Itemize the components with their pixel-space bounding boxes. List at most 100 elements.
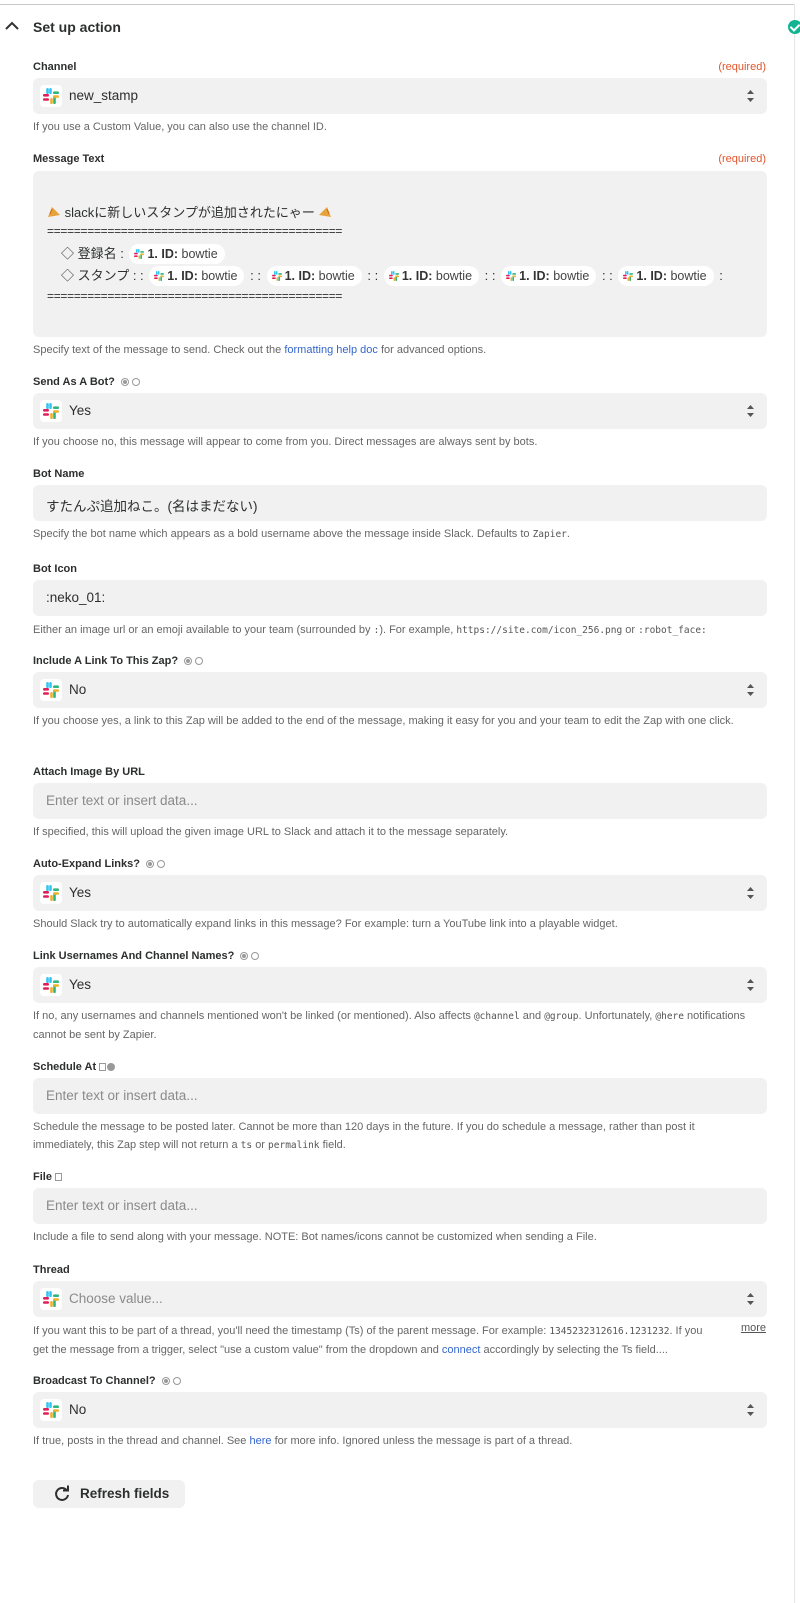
broadcast-help: If true, posts in the thread and channel… bbox=[33, 1435, 573, 1447]
message-line-registered: ◇ 登録名 : 1. ID: bowtie bbox=[61, 243, 227, 264]
bot-name-help: Specify the bot name which appears as a … bbox=[33, 528, 570, 540]
data-pill[interactable]: 1. ID: bowtie bbox=[383, 266, 480, 286]
slack-icon bbox=[623, 271, 634, 281]
check-circle-icon bbox=[788, 20, 800, 34]
colon-separator: : : bbox=[601, 268, 613, 283]
bot-icon-value: :neko_01: bbox=[46, 590, 106, 605]
radio-toggle[interactable] bbox=[120, 376, 143, 388]
channel-label: Channel bbox=[33, 61, 77, 73]
file-icon bbox=[54, 1173, 62, 1182]
send-as-bot-label: Send As A Bot? bbox=[33, 376, 143, 388]
link-usernames-select[interactable]: Yes bbox=[33, 967, 767, 1003]
refresh-icon bbox=[55, 1485, 69, 1501]
channel-value: new_stamp bbox=[69, 88, 139, 103]
message-title-text: slackに新しいスタンプが追加されたにゃー bbox=[64, 205, 315, 220]
data-pill[interactable]: 1. ID: bowtie bbox=[149, 266, 245, 286]
attach-image-placeholder: Enter text or insert data... bbox=[46, 793, 198, 808]
send-as-bot-value: Yes bbox=[69, 403, 92, 418]
section-title: Set up action bbox=[33, 19, 121, 35]
dropdown-arrows-icon bbox=[747, 90, 754, 102]
more-link[interactable]: more bbox=[741, 1322, 766, 1334]
message-text-input[interactable]: slackに新しいスタンプが追加されたにゃー =================… bbox=[33, 171, 767, 337]
send-as-bot-select[interactable]: Yes bbox=[33, 393, 767, 429]
data-pill[interactable]: 1. ID: bowtie bbox=[618, 266, 714, 286]
channel-select[interactable]: new_stamp bbox=[33, 78, 767, 114]
slack-icon bbox=[154, 271, 165, 281]
radio-toggle[interactable] bbox=[145, 858, 168, 870]
attach-image-help: If specified, this will upload the given… bbox=[33, 826, 509, 838]
bot-name-label: Bot Name bbox=[33, 468, 85, 480]
broadcast-value: No bbox=[69, 1402, 87, 1417]
include-link-label: Include A Link To This Zap? bbox=[33, 655, 206, 667]
colon-separator: : : bbox=[367, 268, 379, 283]
connect-link[interactable]: connect bbox=[442, 1344, 481, 1356]
broadcast-label: Broadcast To Channel? bbox=[33, 1375, 184, 1387]
broadcast-select[interactable]: No bbox=[33, 1392, 767, 1428]
dropdown-arrows-icon bbox=[747, 1293, 754, 1305]
radio-toggle[interactable] bbox=[161, 1375, 184, 1387]
slack-icon bbox=[40, 1288, 62, 1310]
slack-icon bbox=[506, 271, 517, 281]
message-text-label: Message Text bbox=[33, 153, 105, 165]
party-popper-icon bbox=[48, 207, 60, 217]
thread-help: If you want this to be part of a thread,… bbox=[33, 1325, 703, 1356]
auto-expand-value: Yes bbox=[69, 885, 92, 900]
include-link-help: If you choose yes, a link to this Zap wi… bbox=[33, 715, 734, 727]
auto-expand-select[interactable]: Yes bbox=[33, 875, 767, 911]
slack-icon bbox=[271, 271, 282, 281]
message-line-stamp: ◇ スタンプ : : 1. ID: bowtie : : 1. ID: bowt… bbox=[61, 265, 723, 286]
bot-icon-help: Either an image url or an emoji availabl… bbox=[33, 624, 707, 636]
dropdown-arrows-icon bbox=[747, 887, 754, 899]
section-header[interactable]: Set up action bbox=[0, 14, 800, 42]
stamp-label: ◇ スタンプ : : bbox=[61, 268, 144, 283]
chevron-up-icon[interactable] bbox=[4, 18, 20, 34]
bot-name-input[interactable]: すたんぷ追加ねこ。(名はまだない) bbox=[33, 485, 767, 521]
slack-icon bbox=[388, 271, 399, 281]
formatting-help-link[interactable]: formatting help doc bbox=[284, 344, 378, 356]
link-usernames-help: If no, any usernames and channels mentio… bbox=[33, 1010, 746, 1041]
party-popper-icon bbox=[319, 207, 332, 217]
auto-expand-label: Auto-Expand Links? bbox=[33, 858, 168, 870]
message-text-help: Specify text of the message to send. Che… bbox=[33, 344, 487, 356]
message-separator: ========================================… bbox=[47, 289, 343, 303]
radio-toggle[interactable] bbox=[184, 655, 206, 667]
include-link-select[interactable]: No bbox=[33, 672, 767, 708]
include-link-value: No bbox=[69, 682, 87, 697]
slack-icon bbox=[40, 974, 62, 996]
thread-label: Thread bbox=[33, 1264, 70, 1276]
dropdown-arrows-icon bbox=[747, 979, 754, 991]
clock-icon bbox=[107, 1063, 116, 1072]
data-pill[interactable]: 1. ID: bowtie bbox=[501, 266, 597, 286]
auto-expand-help: Should Slack try to automatically expand… bbox=[33, 918, 618, 930]
schedule-at-label: Schedule At bbox=[33, 1061, 116, 1073]
radio-toggle[interactable] bbox=[240, 950, 262, 962]
message-line-title: slackに新しいスタンプが追加されたにゃー bbox=[47, 202, 332, 221]
colon-separator: : : bbox=[484, 268, 496, 283]
slack-icon bbox=[40, 1399, 62, 1421]
here-link[interactable]: here bbox=[249, 1435, 271, 1447]
refresh-fields-button[interactable]: Refresh fields bbox=[33, 1480, 185, 1508]
bot-icon-input[interactable]: :neko_01: bbox=[33, 580, 767, 616]
dropdown-arrows-icon bbox=[747, 405, 754, 417]
dropdown-arrows-icon bbox=[747, 684, 754, 696]
bot-icon-label: Bot Icon bbox=[33, 563, 77, 575]
slack-icon bbox=[40, 85, 62, 107]
attach-image-input[interactable]: Enter text or insert data... bbox=[33, 783, 767, 819]
thread-select[interactable]: Choose value... bbox=[33, 1281, 767, 1317]
bot-name-value: すたんぷ追加ねこ。(名はまだない) bbox=[46, 499, 258, 514]
colon-end: : bbox=[719, 268, 723, 283]
registered-label: ◇ 登録名 : bbox=[61, 246, 124, 261]
data-pill[interactable]: 1. ID: bowtie bbox=[129, 244, 225, 264]
file-input[interactable]: Enter text or insert data... bbox=[33, 1188, 767, 1224]
right-divider bbox=[794, 4, 795, 1603]
file-label: File bbox=[33, 1171, 62, 1183]
dropdown-arrows-icon bbox=[747, 1404, 754, 1416]
schedule-at-input[interactable]: Enter text or insert data... bbox=[33, 1078, 767, 1114]
link-usernames-label: Link Usernames And Channel Names? bbox=[33, 950, 262, 962]
file-placeholder: Enter text or insert data... bbox=[46, 1198, 198, 1213]
file-help: Include a file to send along with your m… bbox=[33, 1231, 597, 1243]
colon-separator: : : bbox=[250, 268, 261, 283]
slack-icon bbox=[40, 882, 62, 904]
schedule-at-help: Schedule the message to be posted later.… bbox=[33, 1121, 695, 1151]
data-pill[interactable]: 1. ID: bowtie bbox=[266, 266, 362, 286]
